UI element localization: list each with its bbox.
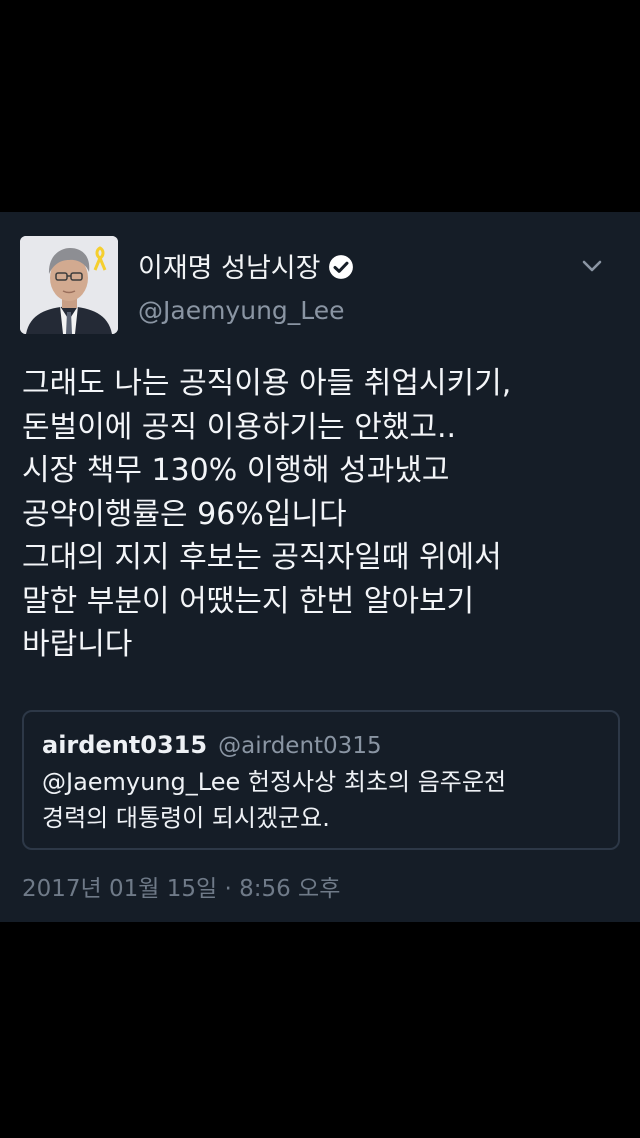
- quoted-tweet-body: @Jaemyung_Lee 헌정사상 최초의 음주운전 경력의 대통령이 되시겠…: [42, 764, 602, 836]
- tweet-text-line: 시장 책무 130% 이행해 성과냈고: [22, 453, 450, 488]
- tweet-text-line: 바랍니다: [22, 627, 133, 662]
- tweet-text-line: 그래도 나는 공직이용 아들 취업시키기,: [22, 366, 512, 401]
- quoted-tweet-header: airdent0315 @airdent0315: [42, 728, 382, 765]
- author-handle[interactable]: @Jaemyung_Lee: [138, 296, 345, 326]
- verified-check-icon: [329, 255, 354, 279]
- tweet-timestamp[interactable]: 2017년 01월 15일 · 8:56 오후: [22, 874, 340, 904]
- tweet-card[interactable]: 이재명 성남시장 @Jaemyung_Lee 그래도 나는 공직이용 아들 취업…: [0, 212, 640, 922]
- author-display-name[interactable]: 이재명 성남시장: [138, 253, 320, 284]
- quoted-text-line: @Jaemyung_Lee 헌정사상 최초의 음주운전: [42, 768, 507, 796]
- author-avatar[interactable]: [20, 236, 118, 334]
- author-name-row[interactable]: 이재명 성남시장: [138, 252, 354, 286]
- tweet-text-line: 돈벌이에 공직 이용하기는 안했고..: [22, 409, 457, 445]
- quoted-author-name: airdent0315: [42, 731, 208, 759]
- tweet-text-line: 그대의 지지 후보는 공직자일때 위에서: [22, 540, 502, 575]
- quoted-text-line: 경력의 대통령이 되시겠군요.: [42, 804, 330, 832]
- quoted-tweet[interactable]: airdent0315 @airdent0315 @Jaemyung_Lee 헌…: [22, 710, 620, 850]
- chevron-down-icon[interactable]: [578, 256, 606, 276]
- tweet-text-line: 공약이행률은 96%입니다: [22, 496, 347, 532]
- quoted-author-handle: @airdent0315: [218, 733, 382, 759]
- author-photo: [20, 236, 118, 334]
- tweet-body: 그래도 나는 공직이용 아들 취업시키기, 돈벌이에 공직 이용하기는 안했고.…: [22, 362, 622, 667]
- tweet-text-line: 말한 부분이 어땠는지 한번 알아보기: [22, 583, 475, 619]
